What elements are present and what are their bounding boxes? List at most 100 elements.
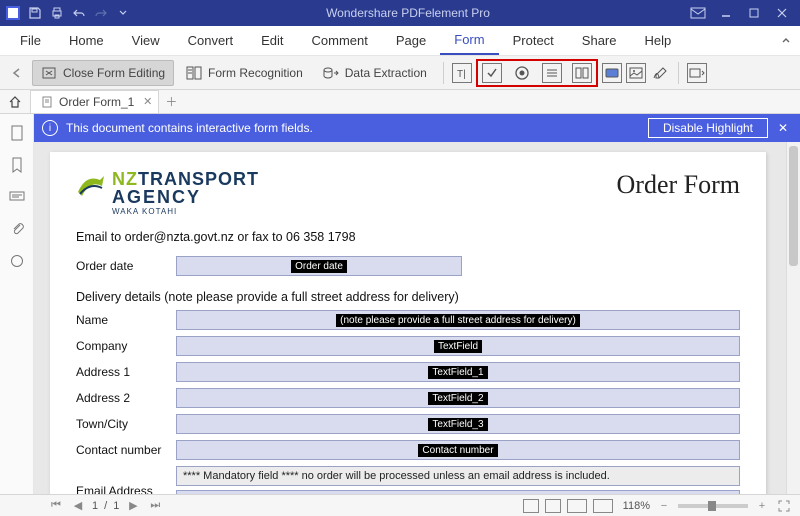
data-extraction-button[interactable]: Data Extraction [315,61,435,85]
zoom-value[interactable]: 118% [623,500,650,512]
more-fields-tool[interactable] [687,63,707,83]
form-recognition-button[interactable]: Form Recognition [178,61,311,85]
form-toolbar: Close Form Editing Form Recognition Data… [0,56,800,90]
svg-text:T|: T| [457,69,466,79]
toolbar-separator [443,62,444,84]
logo-nz: NZ [112,169,138,189]
field-address1[interactable]: TextField_1 [176,362,740,382]
data-extraction-label: Data Extraction [345,66,427,80]
home-tab-button[interactable] [0,90,30,113]
menu-home[interactable]: Home [55,27,118,54]
field-contact[interactable]: Contact number [176,440,740,460]
two-continuous-view-icon[interactable] [593,499,613,513]
page-header: NZTRANSPORT AGENCY WAKA KOTAHI Order For… [76,170,740,216]
menu-help[interactable]: Help [631,27,686,54]
prev-page-icon[interactable]: ◀ [70,499,86,512]
button-tool[interactable] [602,63,622,83]
disable-highlight-button[interactable]: Disable Highlight [648,118,768,138]
attachments-icon[interactable] [8,220,26,238]
document-icon [41,96,53,108]
field-name[interactable]: (note please provide a full street addre… [176,310,740,330]
next-page-icon[interactable]: ▶ [125,499,141,512]
signature-tool[interactable] [650,63,670,83]
menubar: File Home View Convert Edit Comment Page… [0,26,800,56]
field-order-date[interactable]: Order date [176,256,462,276]
document-tab-label: Order Form_1 [59,95,134,109]
zoom-in-icon[interactable]: + [754,500,770,512]
page-viewport[interactable]: NZTRANSPORT AGENCY WAKA KOTAHI Order For… [34,142,786,494]
redo-icon[interactable] [92,4,110,22]
document-tab[interactable]: Order Form_1 ✕ [30,90,159,113]
row-order-date: Order date Order date [76,256,740,276]
zoom-out-icon[interactable]: − [656,500,672,512]
collapse-ribbon-icon[interactable] [780,34,792,46]
vertical-scrollbar[interactable] [786,142,800,494]
single-page-view-icon[interactable] [523,499,539,513]
continuous-view-icon[interactable] [545,499,561,513]
menu-convert[interactable]: Convert [174,27,248,54]
list-box-tool[interactable] [572,63,592,83]
banner-text: This document contains interactive form … [66,121,648,135]
print-icon[interactable] [48,4,66,22]
field-company[interactable]: TextField [176,336,740,356]
quick-access-toolbar [4,4,132,22]
zoom-slider-thumb[interactable] [708,501,716,511]
two-page-view-icon[interactable] [567,499,587,513]
fullscreen-icon[interactable] [776,500,792,512]
row-towncity: Town/City TextField_3 [76,414,740,434]
menu-edit[interactable]: Edit [247,27,297,54]
page-navigation: ⏮ ◀ 1 / 1 ▶ ⏭ [48,499,163,512]
bookmarks-icon[interactable] [8,156,26,174]
save-icon[interactable] [26,4,44,22]
close-button[interactable] [768,0,796,26]
maximize-button[interactable] [740,0,768,26]
row-address2: Address 2 TextField_2 [76,388,740,408]
label-address2: Address 2 [76,391,168,405]
tab-close-icon[interactable]: ✕ [143,95,152,108]
intro-text: Email to order@nzta.govt.nz or fax to 06… [76,230,740,244]
form-recognition-icon [186,65,202,81]
mail-icon[interactable] [684,0,712,26]
banner-close-icon[interactable]: ✕ [774,121,792,135]
text-field-tool[interactable]: T| [452,63,472,83]
app-title: Wondershare PDFelement Pro [132,6,684,20]
first-page-icon[interactable]: ⏮ [48,499,64,512]
radio-button-tool[interactable] [512,63,532,83]
label-email: Email Address [76,466,168,494]
page-current[interactable]: 1 [92,500,98,512]
form-recognition-label: Form Recognition [208,66,303,80]
last-page-icon[interactable]: ⏭ [147,499,163,512]
left-sidebar [0,114,34,494]
form-banner: i This document contains interactive for… [34,114,800,142]
menu-protect[interactable]: Protect [499,27,568,54]
thumbnails-icon[interactable] [8,124,26,142]
qat-dropdown-icon[interactable] [114,4,132,22]
document-area: i This document contains interactive for… [34,114,800,494]
new-tab-button[interactable]: ＋ [159,90,183,113]
toolbar-back-icon[interactable] [6,62,28,84]
combo-box-tool[interactable] [542,63,562,83]
zoom-slider[interactable] [678,504,748,508]
row-address1: Address 1 TextField_1 [76,362,740,382]
menu-form[interactable]: Form [440,26,498,55]
logo: NZTRANSPORT AGENCY WAKA KOTAHI [76,170,259,216]
field-towncity[interactable]: TextField_3 [176,414,740,434]
search-panel-icon[interactable] [8,252,26,270]
pdf-page: NZTRANSPORT AGENCY WAKA KOTAHI Order For… [50,152,766,494]
checkbox-tool[interactable] [482,63,502,83]
row-contact: Contact number Contact number [76,440,740,460]
menu-page[interactable]: Page [382,27,440,54]
menu-view[interactable]: View [118,27,174,54]
menu-file[interactable]: File [6,27,55,54]
close-form-icon [41,65,57,81]
comments-icon[interactable] [8,188,26,206]
undo-icon[interactable] [70,4,88,22]
menu-share[interactable]: Share [568,27,631,54]
image-tool[interactable] [626,63,646,83]
menu-comment[interactable]: Comment [298,27,382,54]
minimize-button[interactable] [712,0,740,26]
field-address2[interactable]: TextField_2 [176,388,740,408]
close-form-editing-button[interactable]: Close Form Editing [32,60,174,86]
logo-agency: AGENCY [112,188,259,206]
scrollbar-thumb[interactable] [789,146,798,266]
